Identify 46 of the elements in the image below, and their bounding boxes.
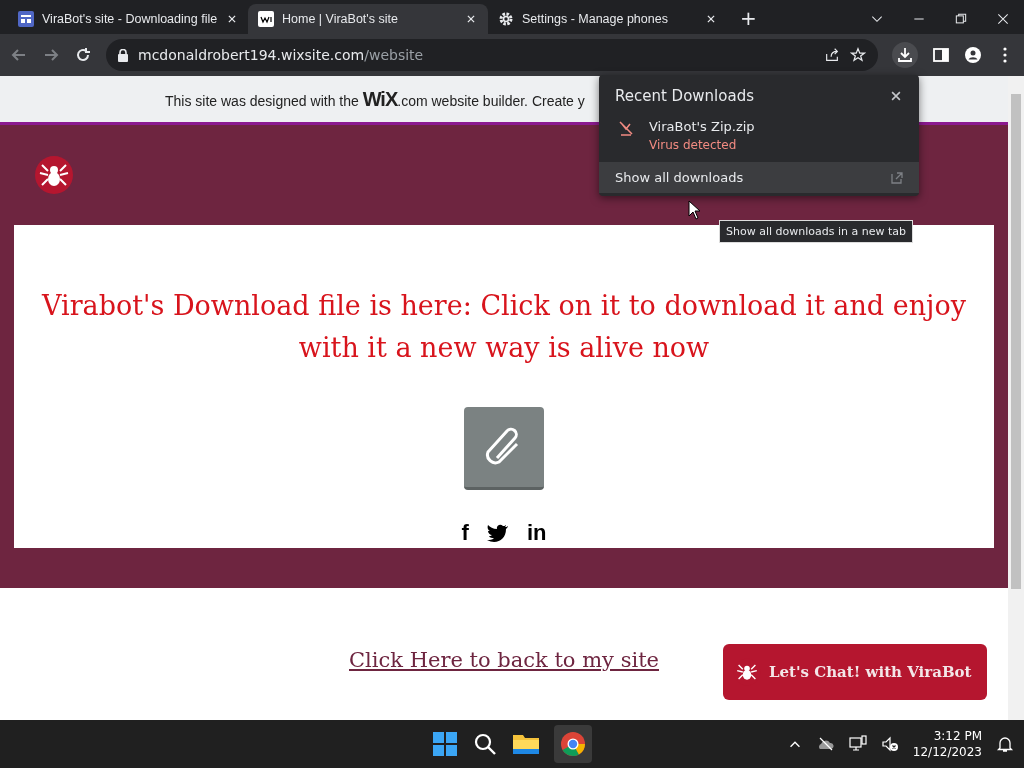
wix-banner-text: This site was designed with the WiX.com website builder. Create y [165, 87, 585, 111]
site-icon [18, 11, 34, 27]
browser-tab[interactable]: Home | ViraBot's site [248, 4, 488, 34]
twitter-icon[interactable] [486, 524, 509, 542]
open-external-icon [891, 171, 903, 184]
restore-icon[interactable] [954, 12, 968, 26]
linkedin-icon[interactable]: in [526, 520, 547, 546]
cursor-icon [688, 200, 701, 220]
notification-bell-icon[interactable] [996, 735, 1014, 753]
download-file-button[interactable] [464, 407, 544, 490]
settings-icon [498, 11, 514, 27]
cloud-off-icon[interactable] [816, 735, 835, 753]
address-bar[interactable]: mcdonaldrobert194.wixsite.com/website [106, 39, 878, 71]
clock-time[interactable]: 3:12 PM [912, 728, 982, 744]
show-all-downloads[interactable]: Show all downloads [599, 162, 919, 193]
windows-start-icon[interactable] [432, 731, 458, 757]
popup-title: Recent Downloads [615, 87, 754, 105]
back-link[interactable]: Click Here to back to my site [349, 648, 659, 676]
tooltip: Show all downloads in a new tab [719, 220, 913, 243]
chrome-icon[interactable] [560, 731, 586, 757]
headline: Virabot's Download file is here: Click on it to download it and enjoy with it a new way is alive now [40, 289, 967, 365]
download-status: Virus detected [649, 138, 738, 152]
url-text: mcdonaldrobert194.wixsite.com/website [138, 47, 424, 63]
download-icon[interactable] [896, 46, 914, 64]
blocked-file-icon [617, 119, 635, 137]
side-panel-icon[interactable] [932, 46, 950, 64]
browser-tab[interactable]: ViraBot's site - Downloading file [8, 4, 248, 34]
logo-icon [34, 155, 74, 195]
download-name[interactable]: ViraBot's Zip.zip [649, 119, 755, 134]
browser-tab[interactable]: Settings - Manage phones [488, 4, 728, 34]
star-icon[interactable] [850, 47, 866, 63]
new-tab-button[interactable]: + [740, 6, 757, 30]
close-icon[interactable] [889, 89, 903, 103]
reload-icon[interactable] [74, 46, 92, 64]
close-window-icon[interactable] [996, 12, 1010, 26]
wix-icon [258, 11, 274, 27]
chat-button[interactable]: Let's Chat! with ViraBot [723, 644, 987, 700]
volume-muted-icon[interactable] [880, 735, 899, 753]
profile-icon[interactable] [964, 46, 982, 64]
scrollbar-thumb[interactable] [1011, 94, 1021, 589]
lock-icon [118, 48, 128, 62]
facebook-icon[interactable]: f [461, 520, 469, 546]
clock-date[interactable]: 12/12/2023 [912, 744, 982, 760]
share-icon[interactable] [824, 47, 840, 63]
network-icon[interactable] [848, 735, 867, 753]
search-icon[interactable] [472, 731, 498, 757]
